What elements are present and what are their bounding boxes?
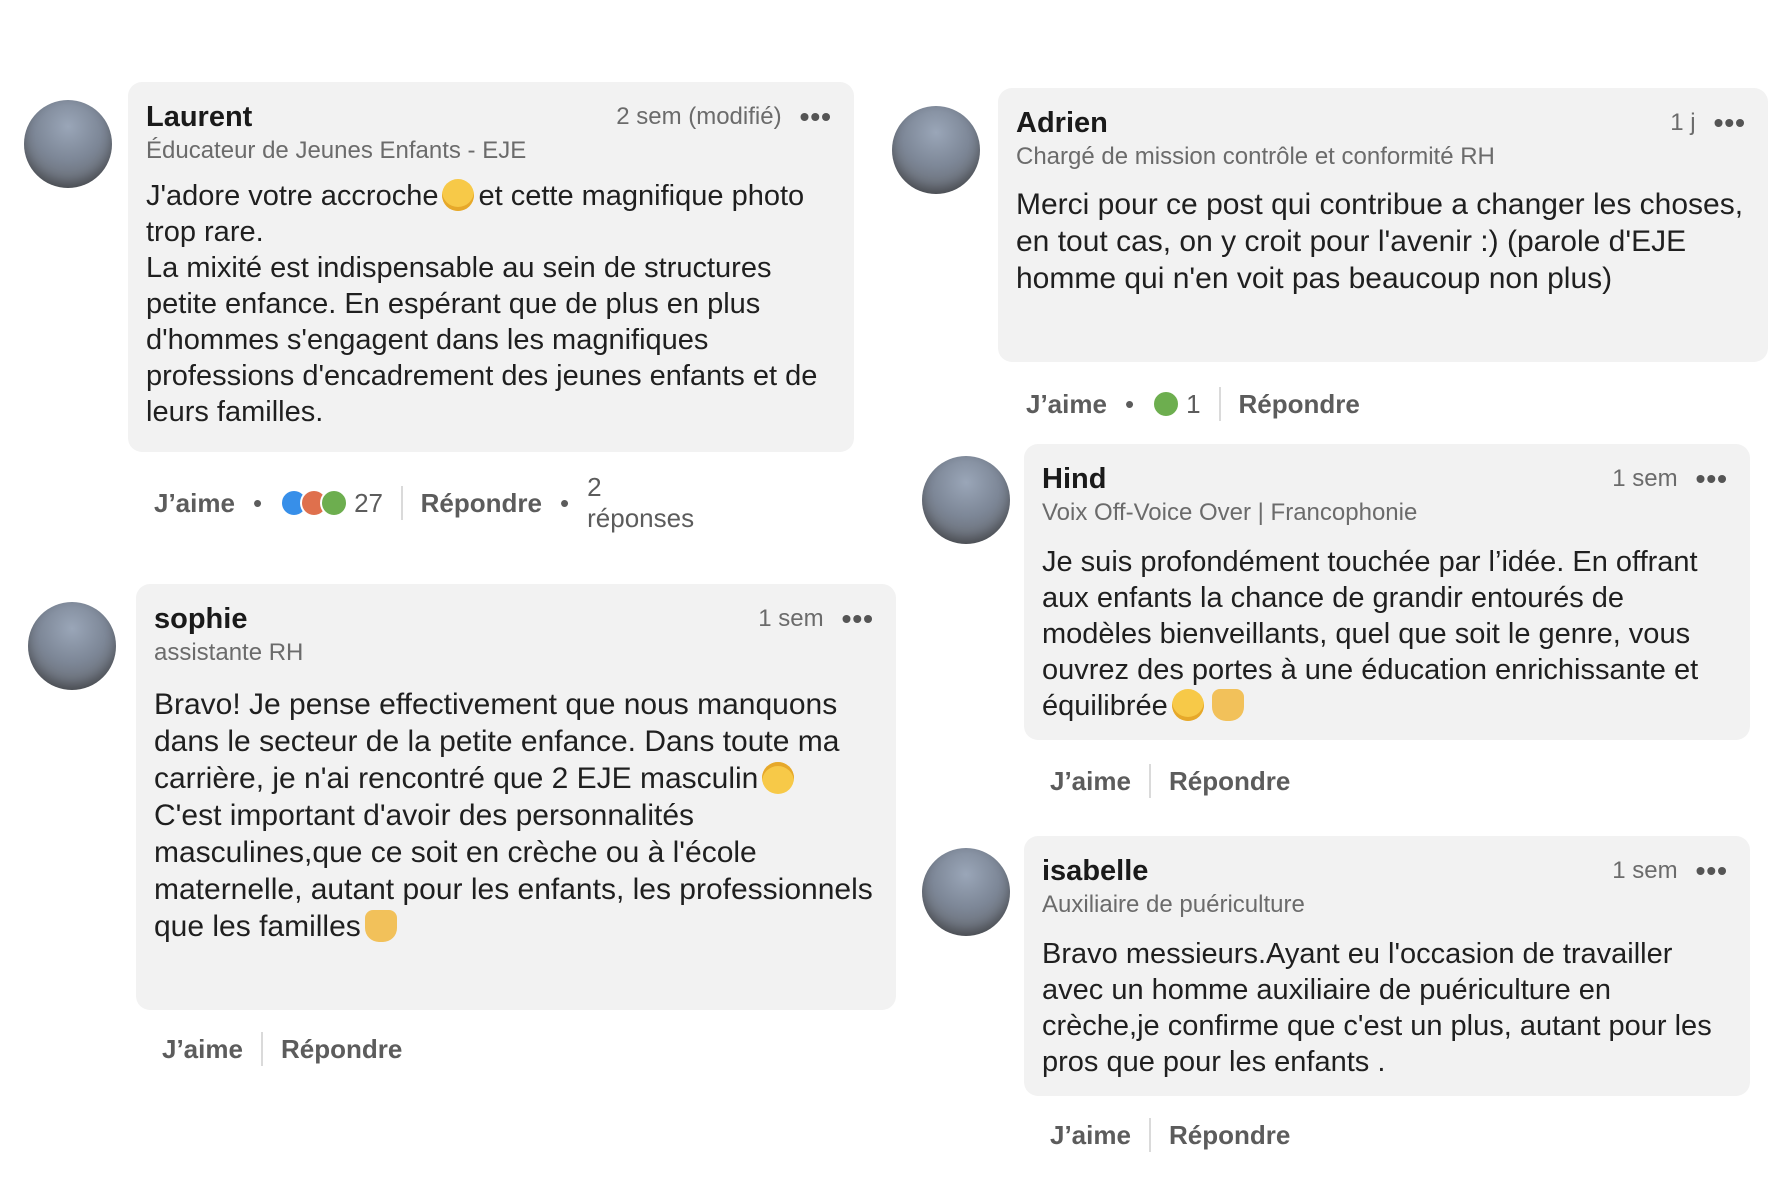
like-button[interactable]: J’aime (1026, 389, 1107, 420)
comment-text-part: C'est important d'avoir des personnalité… (154, 799, 873, 943)
like-button[interactable]: J’aime (1050, 766, 1131, 797)
comment-bubble: Hind Voix Off-Voice Over | Francophonie … (1024, 444, 1750, 740)
reactions-summary[interactable]: 1 (1152, 388, 1201, 420)
reply-button[interactable]: Répondre (1169, 766, 1290, 797)
separator-dot: • (560, 487, 570, 518)
comment-bubble: Laurent Éducateur de Jeunes Enfants - EJ… (128, 82, 854, 452)
comment-time: 1 j (1670, 109, 1696, 136)
comment-actions: J’aime Répondre (1050, 764, 1290, 798)
avatar[interactable] (24, 100, 112, 188)
more-options-icon[interactable]: ••• (842, 602, 874, 636)
reply-button[interactable]: Répondre (1169, 1120, 1290, 1151)
clapping-hands-icon (364, 910, 397, 942)
avatar[interactable] (922, 848, 1010, 936)
comment-text: Merci pour ce post qui contribue a chang… (1016, 188, 1744, 295)
divider (1218, 387, 1221, 421)
comment-text-part: Bravo! Je pense effectivement que nous m… (154, 688, 840, 795)
comment-text-part: La mixité est indispensable au sein de s… (146, 252, 818, 428)
comment-text: Bravo messieurs.Ayant eu l'occasion de t… (1042, 938, 1712, 1078)
like-button[interactable]: J’aime (154, 488, 235, 519)
comment-meta: 1 sem ••• (1612, 854, 1728, 888)
comment-bubble: sophie assistante RH 1 sem ••• Bravo! Je… (136, 584, 896, 1010)
comment-actions: J’aime Répondre (1050, 1118, 1290, 1152)
comment-time: 1 sem (758, 605, 824, 632)
comment-actions: J’aime • 1 Répondre (1026, 387, 1360, 421)
reply-button[interactable]: Répondre (281, 1034, 402, 1065)
comment-time: 2 sem (modifié) (616, 103, 782, 130)
reply-button[interactable]: Répondre (421, 488, 542, 519)
like-button[interactable]: J’aime (1050, 1120, 1131, 1151)
comment-text: Je suis profondément touchée par l’idée.… (1042, 544, 1732, 724)
author-headline: Voix Off-Voice Over | Francophonie (1042, 499, 1418, 526)
comment-bubble: isabelle Auxiliaire de puériculture 1 se… (1024, 836, 1750, 1096)
author-headline: Auxiliaire de puériculture (1042, 891, 1305, 918)
comment-text: J'adore votre accroche et cette magnifiqu… (146, 178, 836, 430)
author-headline: Chargé de mission contrôle et conformité… (1016, 143, 1495, 170)
celebrate-reaction-icon (1152, 390, 1181, 418)
comment-text: Bravo! Je pense effectivement que nous m… (154, 686, 878, 945)
comment-meta: 1 sem ••• (1612, 462, 1728, 496)
divider (1148, 764, 1151, 798)
upside-down-face-icon (762, 762, 795, 794)
comment-text-part: J'adore votre accroche (146, 180, 439, 212)
comment-meta: 1 j ••• (1670, 106, 1746, 140)
avatar[interactable] (892, 106, 980, 194)
more-options-icon[interactable]: ••• (1696, 854, 1728, 888)
replies-link[interactable]: 2 réponses (587, 472, 694, 534)
avatar[interactable] (922, 456, 1010, 544)
more-options-icon[interactable]: ••• (800, 100, 832, 134)
reaction-count: 1 (1186, 388, 1201, 419)
author-name[interactable]: Adrien (1016, 106, 1750, 140)
smiling-face-icon (1171, 689, 1204, 721)
divider (260, 1032, 263, 1066)
separator-dot: • (1124, 388, 1135, 419)
comment-actions: J’aime Répondre (162, 1032, 402, 1066)
grinning-face-icon (442, 179, 475, 211)
author-headline: Éducateur de Jeunes Enfants - EJE (146, 137, 527, 164)
more-options-icon[interactable]: ••• (1714, 106, 1746, 140)
comment-time: 1 sem (1612, 857, 1678, 884)
celebrate-reaction-icon (320, 489, 349, 517)
comment-text-part: Je suis profondément touchée par l’idée.… (1042, 546, 1699, 722)
comment-actions: J’aime • 27 Répondre • 2 réponses (154, 472, 694, 534)
comment-meta: 2 sem (modifié) ••• (616, 100, 832, 134)
separator-dot: • (252, 487, 263, 518)
divider (1148, 1118, 1151, 1152)
avatar[interactable] (28, 602, 116, 690)
reaction-count: 27 (354, 487, 383, 518)
reactions-summary[interactable]: 27 (280, 488, 383, 519)
like-button[interactable]: J’aime (162, 1034, 243, 1065)
comment-bubble: Adrien Chargé de mission contrôle et con… (998, 88, 1768, 362)
divider (400, 486, 403, 520)
raising-hands-icon (1211, 689, 1244, 721)
more-options-icon[interactable]: ••• (1696, 462, 1728, 496)
comment-meta: 1 sem ••• (758, 602, 874, 636)
author-headline: assistante RH (154, 639, 304, 666)
comment-time: 1 sem (1612, 465, 1678, 492)
reply-button[interactable]: Répondre (1239, 389, 1360, 420)
